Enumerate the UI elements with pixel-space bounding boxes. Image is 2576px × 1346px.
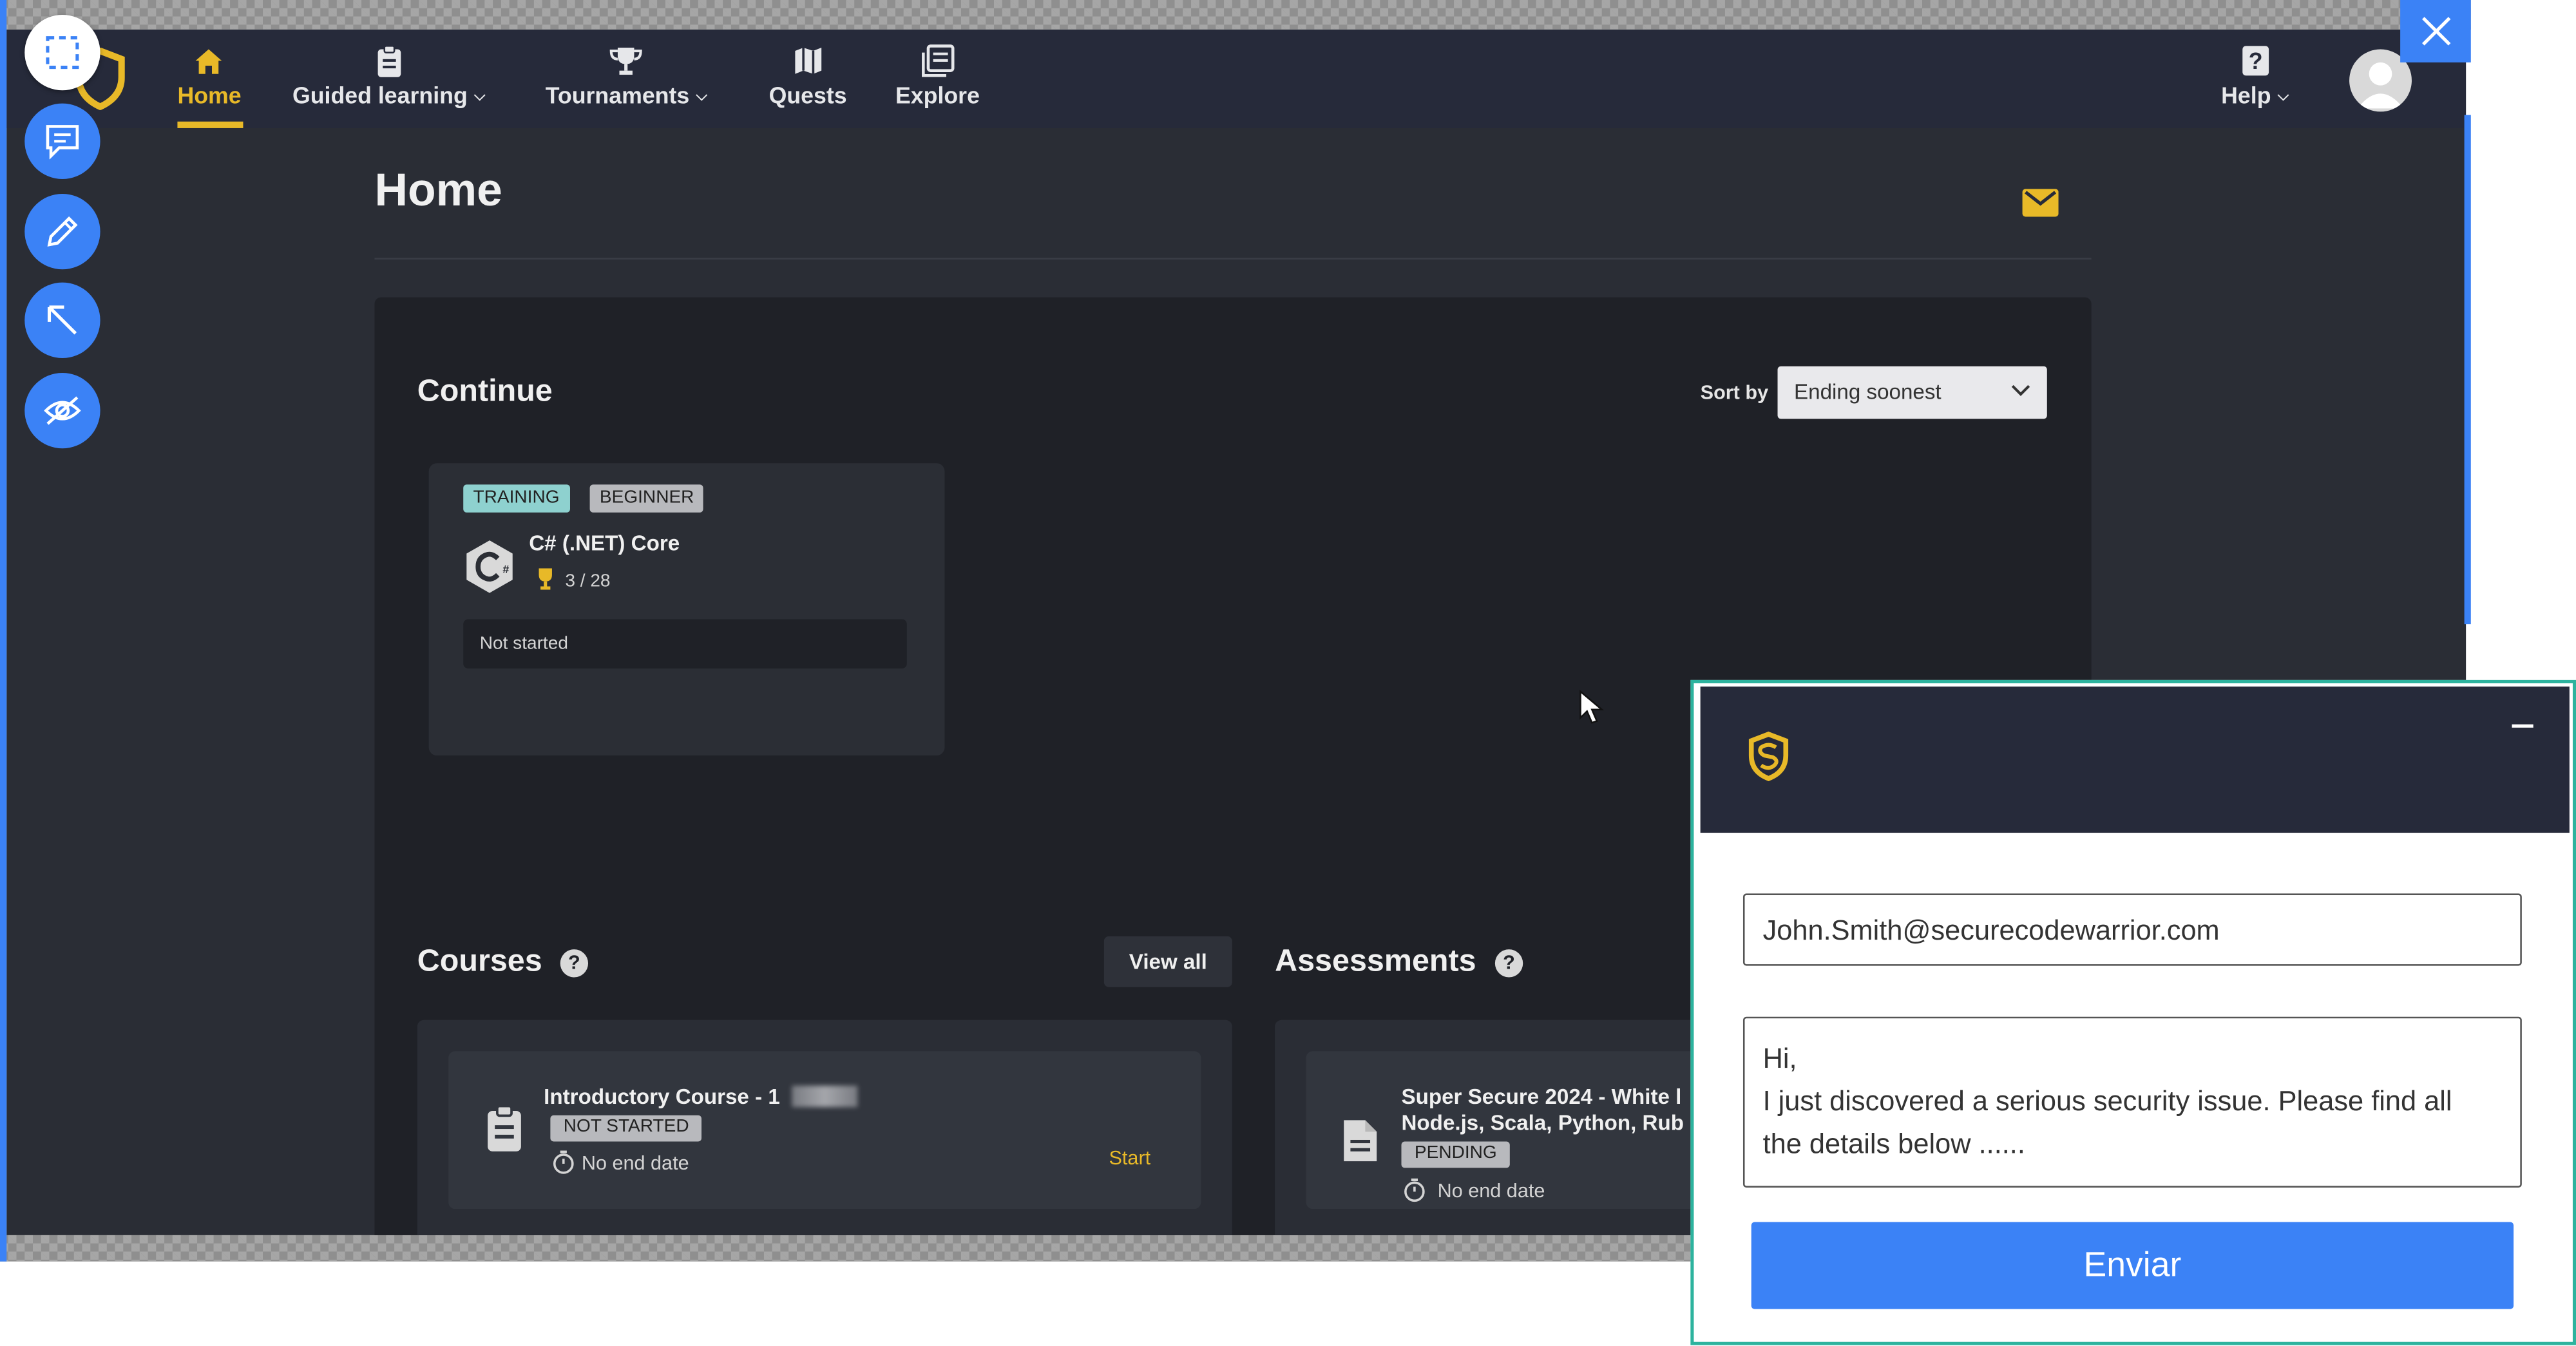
page-title: Home	[374, 164, 502, 216]
arrow-icon	[47, 305, 77, 335]
eye-off-icon	[44, 396, 81, 425]
timer-icon	[553, 1150, 574, 1174]
mouse-cursor-icon	[1579, 690, 1605, 724]
chevron-down-icon: ⌵	[696, 86, 707, 103]
email-field[interactable]: John.Smith@securecodewarrior.com	[1742, 893, 2522, 966]
nav-help[interactable]: ? Help ⌵	[2221, 43, 2289, 108]
comment-tool[interactable]	[24, 103, 100, 179]
library-icon	[919, 43, 955, 79]
message-field[interactable]: Hi, I just discovered a serious security…	[1742, 1016, 2522, 1188]
due-date: No end date	[581, 1151, 689, 1175]
draw-tool[interactable]	[24, 193, 100, 270]
nav-home-label: Home	[177, 82, 242, 109]
tag-beginner: BEGINNER	[589, 484, 704, 513]
message-line: Hi,	[1762, 1043, 1797, 1074]
sort-select-value: Ending soonest	[1794, 379, 1942, 404]
sort-select[interactable]: Ending soonest	[1777, 366, 2047, 419]
course-title: C# (.NET) Core	[529, 530, 680, 556]
selection-icon	[46, 36, 79, 70]
nav-help-label: Help	[2221, 82, 2271, 109]
chevron-down-icon: ⌵	[473, 86, 486, 103]
clipboard-icon	[371, 43, 407, 79]
capture-border-right	[2464, 115, 2471, 625]
mail-icon[interactable]	[2022, 189, 2059, 217]
send-button[interactable]: Enviar	[1751, 1222, 2514, 1309]
question-icon: ?	[2237, 43, 2273, 79]
trophy-icon	[608, 43, 644, 79]
nav-explore-label: Explore	[895, 82, 980, 109]
progress-count: 3 / 28	[565, 571, 611, 592]
sort-by-label: Sort by	[1700, 381, 1769, 404]
nav-guided-learning[interactable]: Guided learning ⌵	[292, 43, 485, 108]
email-field-value: John.Smith@securecodewarrior.com	[1762, 915, 2220, 947]
pencil-icon	[47, 216, 78, 247]
logo-icon	[1748, 731, 1789, 781]
timer-icon	[1404, 1178, 1425, 1202]
message-line: the details below ......	[1762, 1128, 2025, 1160]
feedback-widget-header	[1700, 687, 2570, 833]
continue-heading: Continue	[417, 374, 553, 410]
minimize-button[interactable]	[2512, 724, 2533, 728]
assessment-list-item[interactable]: Super Secure 2024 - White l Node.js, Sca…	[1306, 1051, 1750, 1209]
status-badge: NOT STARTED	[550, 1115, 703, 1142]
document-icon	[1344, 1120, 1377, 1162]
close-icon	[2421, 17, 2450, 46]
status-text: Not started	[463, 619, 907, 669]
nav-tournaments[interactable]: Tournaments ⌵	[546, 43, 707, 108]
courses-heading: Courses	[417, 944, 542, 980]
nav-guided-learning-label: Guided learning	[292, 82, 468, 109]
arrow-tool[interactable]	[24, 282, 100, 358]
hide-tool[interactable]	[24, 372, 100, 449]
chevron-down-icon	[2011, 384, 2030, 396]
tag-training: TRAINING	[463, 484, 569, 513]
capture-frame-bottom	[0, 1235, 1692, 1262]
due-date: No end date	[1437, 1179, 1545, 1202]
status-badge: PENDING	[1401, 1141, 1511, 1168]
message-line: I just discovered a serious security iss…	[1762, 1085, 2452, 1117]
svg-text:?: ?	[2248, 48, 2262, 74]
csharp-icon: #	[466, 540, 513, 593]
nav-tournaments-label: Tournaments	[545, 82, 690, 109]
assessments-heading: Assessments	[1275, 944, 1476, 980]
course-list-item[interactable]: Introductory Course - 1 NOT STARTED No e…	[448, 1051, 1201, 1209]
nav-explore[interactable]: Explore	[895, 43, 980, 108]
top-nav: Home Guided learning ⌵ Tournaments ⌵ Que…	[6, 29, 2466, 128]
map-icon	[790, 43, 826, 79]
capture-frame-top	[0, 0, 2471, 30]
svg-text:#: #	[502, 563, 509, 576]
help-circle-icon[interactable]: ?	[560, 949, 589, 978]
redacted-text	[792, 1085, 858, 1107]
trophy-icon	[539, 568, 552, 590]
chevron-down-icon: ⌵	[2277, 86, 2289, 103]
select-area-tool[interactable]	[24, 14, 100, 91]
close-capture-button[interactable]	[2400, 0, 2471, 62]
view-all-button[interactable]: View all	[1103, 936, 1232, 987]
comment-icon	[46, 125, 79, 160]
nav-home[interactable]: Home	[177, 43, 242, 109]
divider	[374, 258, 2092, 260]
start-link[interactable]: Start	[1109, 1146, 1151, 1170]
continue-card[interactable]: TRAINING BEGINNER # C# (.NET) Core 3 / 2…	[428, 463, 945, 756]
help-circle-icon[interactable]: ?	[1494, 949, 1523, 978]
home-icon	[191, 43, 227, 79]
nav-quests-label: Quests	[768, 82, 847, 109]
nav-quests[interactable]: Quests	[769, 43, 847, 108]
clipboard-icon	[488, 1104, 521, 1152]
active-tab-indicator	[177, 121, 243, 128]
capture-border-left	[0, 0, 7, 1262]
